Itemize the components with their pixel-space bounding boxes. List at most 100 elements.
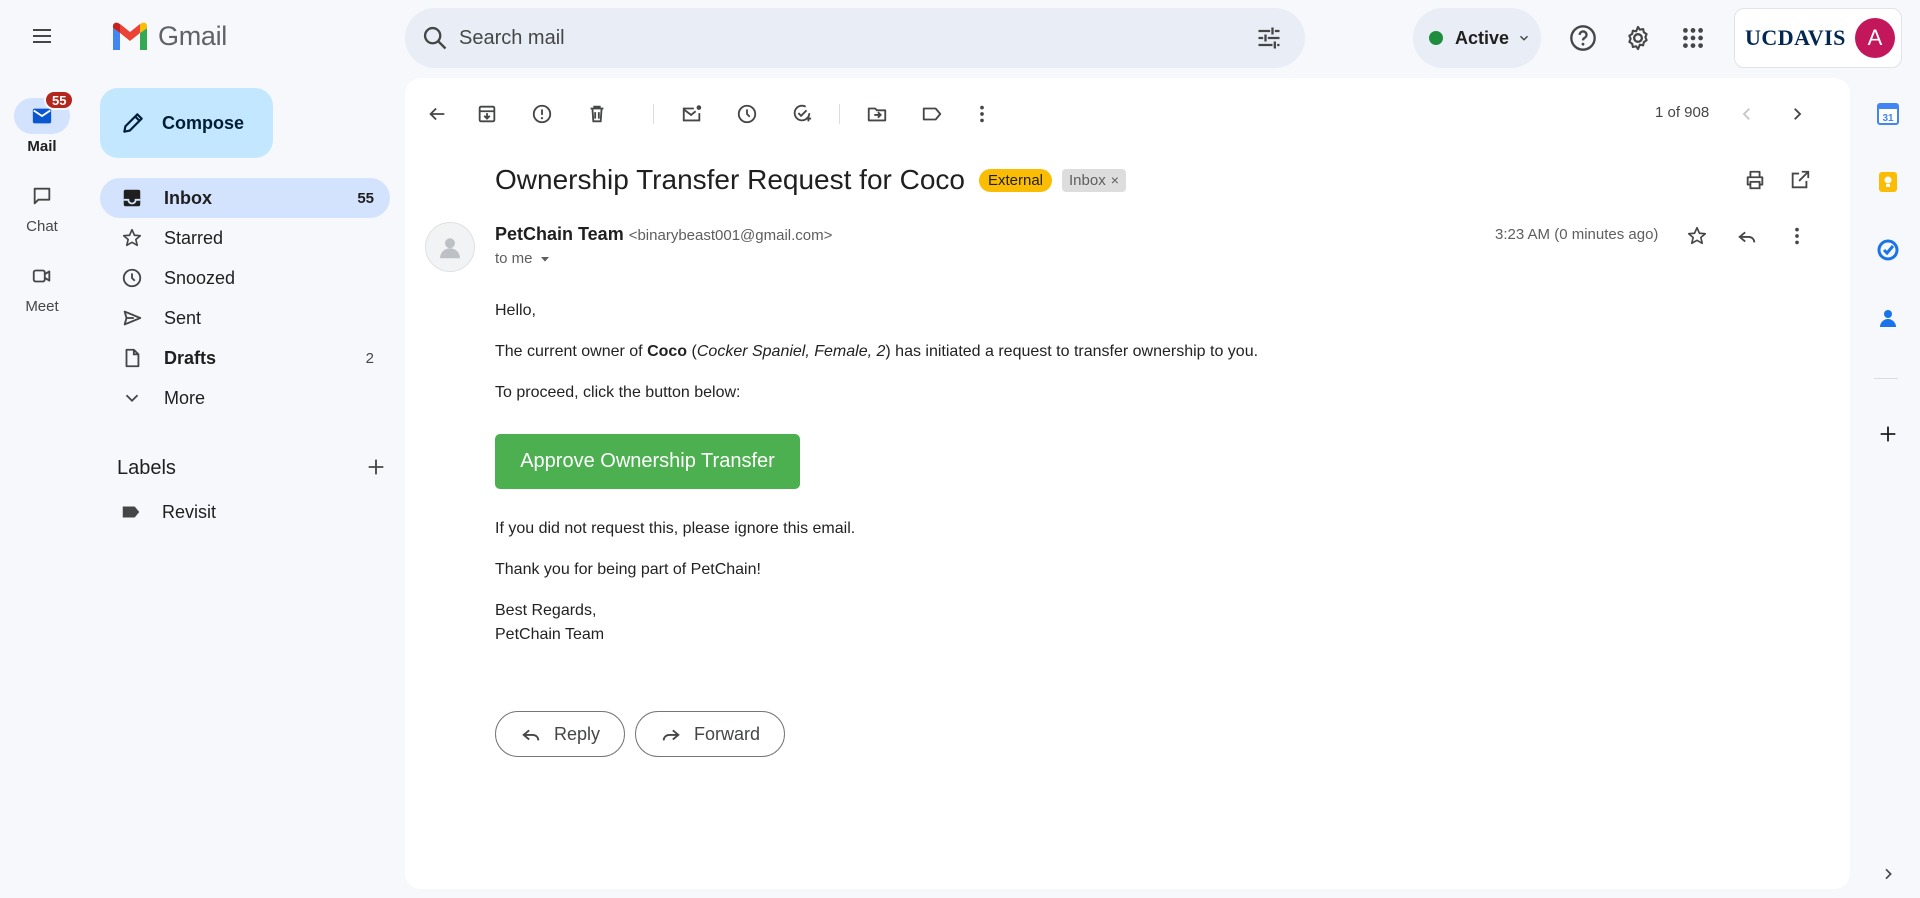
get-addons-button[interactable] bbox=[1874, 420, 1902, 448]
apps-button[interactable] bbox=[1673, 18, 1713, 58]
star-button[interactable] bbox=[1677, 216, 1717, 256]
help-button[interactable] bbox=[1563, 18, 1603, 58]
labels-title: Labels bbox=[117, 456, 176, 479]
message-more-button[interactable] bbox=[1777, 216, 1817, 256]
back-button[interactable] bbox=[417, 94, 457, 134]
labels-button[interactable] bbox=[912, 94, 952, 134]
rail-item-chat[interactable]: Chat bbox=[0, 178, 84, 235]
tasks-app-button[interactable] bbox=[1874, 236, 1902, 264]
search-input[interactable] bbox=[459, 18, 1219, 58]
sidebar-nav: Inbox 55 Starred Snoozed Sent Drafts 2 M… bbox=[100, 178, 390, 418]
subject-line: Ownership Transfer Request for Coco Exte… bbox=[495, 164, 1126, 196]
mail-unread-badge: 55 bbox=[44, 90, 75, 110]
delete-button[interactable] bbox=[577, 94, 617, 134]
arrow-back-icon bbox=[429, 107, 445, 121]
add-label-button[interactable] bbox=[365, 456, 387, 478]
contacts-app-button[interactable] bbox=[1874, 304, 1902, 332]
label-item-revisit[interactable]: Revisit bbox=[100, 496, 390, 528]
person-icon bbox=[440, 238, 460, 259]
search-icon[interactable] bbox=[421, 24, 449, 52]
sidebar-item-label: Starred bbox=[164, 227, 224, 248]
toolbar-divider bbox=[653, 104, 654, 124]
reply-icon-button[interactable] bbox=[1727, 216, 1767, 256]
open-in-new-icon bbox=[1791, 170, 1810, 189]
avatar[interactable]: A bbox=[1855, 18, 1895, 58]
forward-icon bbox=[662, 729, 680, 741]
older-button[interactable] bbox=[1777, 94, 1817, 134]
gmail-m-icon bbox=[113, 22, 147, 50]
chevron-down-icon bbox=[125, 394, 139, 403]
mark-unread-button[interactable] bbox=[672, 94, 712, 134]
more-options-button[interactable] bbox=[962, 94, 1002, 134]
rail-label-meet: Meet bbox=[25, 298, 59, 315]
calendar-app-button[interactable]: 31 bbox=[1874, 100, 1902, 128]
labels-header: Labels bbox=[117, 452, 387, 484]
sidebar-item-label: Snoozed bbox=[164, 267, 236, 288]
sender-email: <binarybeast001@gmail.com> bbox=[628, 227, 833, 244]
search-options-icon[interactable] bbox=[1255, 24, 1283, 52]
remove-label-button[interactable]: × bbox=[1111, 172, 1119, 188]
more-vert-icon bbox=[980, 105, 984, 123]
inbox-count: 55 bbox=[357, 189, 374, 207]
open-new-window-button[interactable] bbox=[1780, 160, 1820, 200]
chevron-right-icon bbox=[1794, 108, 1802, 120]
side-panel: 31 bbox=[1862, 76, 1912, 898]
approve-transfer-button[interactable]: Approve Ownership Transfer bbox=[495, 434, 800, 489]
sidebar-item-label: Inbox bbox=[164, 187, 212, 208]
body-text: The current owner of bbox=[495, 343, 648, 360]
move-to-button[interactable] bbox=[857, 94, 897, 134]
archive-button[interactable] bbox=[467, 94, 507, 134]
rail-item-meet[interactable]: Meet bbox=[0, 258, 84, 315]
sender-avatar[interactable] bbox=[425, 222, 475, 272]
email-subject: Ownership Transfer Request for Coco bbox=[495, 164, 965, 195]
sidebar-item-sent[interactable]: Sent bbox=[100, 298, 390, 338]
keep-icon bbox=[1879, 172, 1897, 192]
email-signature: PetChain Team bbox=[495, 626, 605, 643]
report-icon bbox=[532, 104, 552, 124]
account-switcher[interactable]: UCDAVIS A bbox=[1734, 8, 1902, 68]
forward-button[interactable]: Forward bbox=[635, 711, 786, 757]
sidebar-item-snoozed[interactable]: Snoozed bbox=[100, 258, 390, 298]
settings-button[interactable] bbox=[1618, 18, 1658, 58]
show-side-panel-button[interactable] bbox=[1874, 860, 1902, 888]
clock-icon bbox=[737, 104, 757, 124]
email-greeting: Hello, bbox=[495, 302, 536, 319]
message-view: 1 of 908 Ownership Transfer Request for … bbox=[405, 78, 1850, 889]
add-task-icon bbox=[793, 104, 812, 122]
print-button[interactable] bbox=[1735, 160, 1775, 200]
keep-app-button[interactable] bbox=[1874, 168, 1902, 196]
label-icon bbox=[122, 506, 140, 518]
sidebar-item-drafts[interactable]: Drafts 2 bbox=[100, 338, 390, 378]
tasks-icon bbox=[1877, 239, 1899, 261]
rail-item-mail[interactable]: 55 Mail bbox=[0, 90, 84, 155]
snooze-button[interactable] bbox=[727, 94, 767, 134]
main-menu-button[interactable] bbox=[22, 16, 62, 56]
sender-name[interactable]: PetChain Team bbox=[495, 224, 624, 245]
clock-icon bbox=[122, 268, 142, 288]
trash-icon bbox=[590, 105, 604, 123]
app-rail: 55 Mail Chat Meet bbox=[0, 76, 84, 898]
chevron-down-icon bbox=[1520, 35, 1529, 41]
inbox-tag: Inbox × bbox=[1062, 168, 1126, 192]
sidebar-item-more[interactable]: More bbox=[100, 378, 390, 418]
body-text: ) has initiated a request to transfer ow… bbox=[885, 343, 1259, 360]
newer-button[interactable] bbox=[1727, 94, 1767, 134]
apps-grid-icon bbox=[1683, 28, 1703, 48]
app-name: Gmail bbox=[158, 20, 228, 51]
status-selector[interactable]: Active bbox=[1413, 8, 1541, 68]
forward-label: Forward bbox=[694, 723, 761, 744]
recipient-details-toggle[interactable]: to me bbox=[495, 250, 553, 267]
reply-button[interactable]: Reply bbox=[495, 711, 626, 757]
compose-button[interactable]: Compose bbox=[100, 88, 273, 158]
status-dot bbox=[1429, 31, 1443, 45]
sidebar-item-starred[interactable]: Starred bbox=[100, 218, 390, 258]
pet-details: Cocker Spaniel, Female, 2 bbox=[696, 343, 886, 360]
report-spam-button[interactable] bbox=[522, 94, 562, 134]
gmail-logo[interactable]: Gmail bbox=[110, 20, 227, 52]
pet-name: Coco bbox=[647, 343, 688, 360]
add-to-tasks-button[interactable] bbox=[782, 94, 822, 134]
star-icon bbox=[122, 228, 142, 247]
sidebar-item-inbox[interactable]: Inbox 55 bbox=[100, 178, 390, 218]
label-name: Revisit bbox=[162, 501, 217, 522]
gear-icon bbox=[1628, 25, 1648, 51]
